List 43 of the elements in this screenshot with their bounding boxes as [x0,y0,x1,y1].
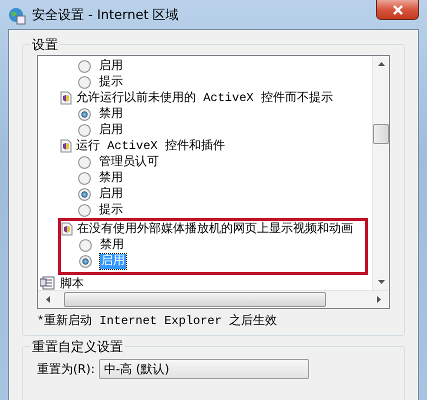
radio-unchecked[interactable] [78,204,91,216]
radio-checked[interactable] [78,188,91,200]
radio-unchecked[interactable] [78,60,91,72]
radio-unchecked[interactable] [78,124,91,136]
scrollbar-thumb[interactable] [373,124,389,144]
setting-icon [60,91,72,105]
scroll-down-icon[interactable] [378,280,384,284]
option-label[interactable]: 禁用 [99,106,123,122]
radio-unchecked[interactable] [78,76,91,88]
radio-checked[interactable] [78,108,91,120]
globe-icon [8,6,26,24]
radio-unchecked[interactable] [78,156,91,168]
option-label[interactable]: 管理员认可 [99,154,159,170]
vertical-scrollbar[interactable] [372,56,389,290]
scrollbar-thumb[interactable] [64,292,326,307]
option-label[interactable]: 禁用 [99,170,123,186]
category-label: 脚本 [60,276,84,290]
option-label[interactable]: 启用 [99,122,123,138]
scroll-left-icon[interactable] [46,296,50,303]
scroll-right-icon[interactable] [377,296,381,303]
option-label[interactable]: 启用 [99,58,123,74]
radio-checked[interactable] [79,254,92,268]
scroll-up-icon[interactable] [378,62,384,66]
radio-unchecked[interactable] [78,172,91,184]
setting-label: 在没有使用外部媒体播放机的网页上显示视频和动画 [77,222,353,236]
close-icon [392,4,404,14]
script-icon [40,276,56,290]
radio-unchecked[interactable] [79,238,92,252]
setting-icon [60,139,72,153]
setting-label: 允许运行以前未使用的 ActiveX 控件而不提示 [76,90,333,106]
option-label[interactable]: 提示 [99,74,123,90]
horizontal-scrollbar[interactable] [38,290,389,308]
reset-label: 重置为(R): [37,360,95,378]
setting-icon [61,222,73,236]
window-title: 安全设置 - Internet 区域 [32,6,179,24]
restart-note: *重新启动 Internet Explorer 之后生效 [37,313,278,329]
setting-label: 运行 ActiveX 控件和插件 [76,138,225,154]
option-label[interactable]: 禁用 [100,238,124,252]
level-dropdown[interactable]: 中-高 (默认) [98,359,309,379]
close-button[interactable] [376,0,419,20]
group-title: 重置自定义设置 [30,338,125,356]
option-label[interactable]: 启用 [99,186,123,202]
option-label[interactable]: 提示 [99,202,123,218]
